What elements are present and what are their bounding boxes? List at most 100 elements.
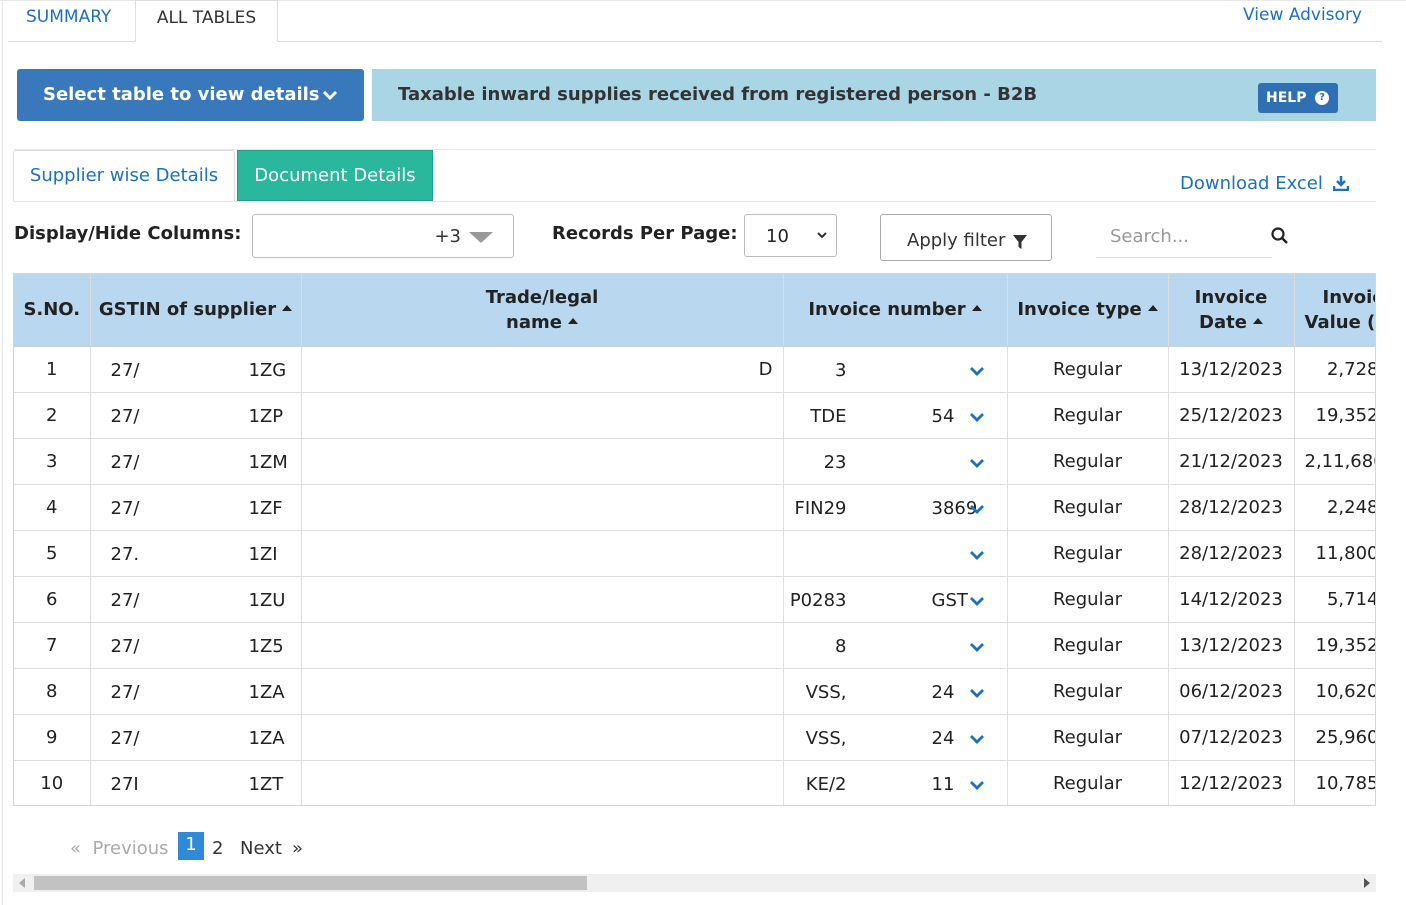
cell-invoice-number[interactable]: TDE 54 bbox=[783, 392, 1008, 439]
header-gstin[interactable]: GSTIN of supplier bbox=[90, 274, 302, 347]
cell-invoice-number[interactable]: KE/2 11 bbox=[783, 760, 1008, 805]
cell-gstin: 27/1ZG bbox=[90, 346, 302, 393]
header-trade-name[interactable]: Trade/legal name bbox=[301, 274, 784, 347]
cell-trade-name bbox=[301, 484, 784, 531]
table-row: 1 27/1ZG D 3 Regular 13/12/2023 2,728 bbox=[14, 346, 1375, 393]
invoice-value: 2,248 bbox=[1326, 496, 1376, 518]
cell-invoice-value: 19,352 bbox=[1294, 622, 1376, 669]
tab-supplier-wise-details[interactable]: Supplier wise Details bbox=[13, 150, 235, 201]
cell-invoice-number[interactable]: 23 bbox=[783, 438, 1008, 485]
tab-all-tables[interactable]: ALL TABLES bbox=[135, 0, 278, 42]
header-invoice-value[interactable]: InvoicValue ( bbox=[1294, 274, 1375, 347]
invoice-number-start: 3 bbox=[835, 359, 847, 381]
gstin-suffix: 1ZM bbox=[248, 451, 288, 473]
pagination-page-2[interactable]: 2 bbox=[212, 836, 223, 862]
cell-sno: 9 bbox=[14, 714, 91, 761]
cell-invoice-date: 25/12/2023 bbox=[1168, 392, 1295, 439]
cell-trade-name bbox=[301, 668, 784, 715]
search-placeholder: Search... bbox=[1110, 226, 1190, 247]
records-per-page-select[interactable]: 10 bbox=[744, 214, 837, 257]
invoice-number-start: TDE bbox=[810, 405, 847, 427]
cell-invoice-type: Regular bbox=[1007, 392, 1169, 439]
pagination-page-1[interactable]: 1 bbox=[178, 832, 204, 860]
gstin-suffix: 1ZT bbox=[248, 773, 284, 795]
chevron-down-icon[interactable] bbox=[969, 591, 985, 612]
tab-summary[interactable]: SUMMARY bbox=[8, 0, 129, 42]
cell-invoice-value: 2,11,680 bbox=[1294, 438, 1375, 485]
cell-invoice-value: 25,960 bbox=[1294, 714, 1375, 761]
select-table-button[interactable]: Select table to view details bbox=[17, 69, 364, 121]
pagination-last[interactable]: » bbox=[292, 836, 303, 862]
cell-invoice-number[interactable]: VSS, 24 bbox=[783, 714, 1008, 761]
scroll-left-icon[interactable] bbox=[19, 878, 25, 888]
table-info-bar: Taxable inward supplies received from re… bbox=[372, 69, 1376, 121]
question-icon: ? bbox=[1315, 91, 1329, 105]
header-invoice-number[interactable]: Invoice number bbox=[783, 274, 1008, 347]
header-invoice-date[interactable]: Invoice Date bbox=[1168, 274, 1295, 347]
apply-filter-label: Apply filter bbox=[907, 230, 1006, 251]
horizontal-scrollbar[interactable] bbox=[13, 874, 1376, 892]
display-hide-columns-select[interactable]: +3 bbox=[252, 214, 514, 258]
cell-invoice-value: 10,785 bbox=[1294, 760, 1375, 805]
sort-up-icon bbox=[1147, 305, 1158, 312]
pagination-previous[interactable]: « Previous bbox=[70, 836, 169, 862]
filter-icon bbox=[1013, 235, 1027, 249]
invoice-value: 10,620 bbox=[1315, 680, 1376, 702]
search-input[interactable]: Search... bbox=[1096, 214, 1272, 258]
cell-invoice-number[interactable]: P0283 GST bbox=[783, 576, 1008, 623]
help-label: HELP bbox=[1266, 90, 1307, 106]
cell-invoice-number[interactable]: 3 bbox=[783, 346, 1008, 393]
cell-gstin: 27. 1ZI bbox=[90, 530, 302, 577]
gstin-prefix: 27/ bbox=[110, 405, 140, 427]
invoice-value: 19,352 bbox=[1315, 634, 1376, 656]
invoice-number-end: 24 bbox=[931, 681, 955, 703]
sort-up-icon bbox=[1252, 317, 1263, 324]
cell-invoice-type: Regular bbox=[1007, 668, 1169, 715]
download-icon bbox=[1332, 176, 1349, 192]
view-advisory-link[interactable]: View Advisory bbox=[1243, 5, 1362, 25]
header-invoice-type[interactable]: Invoice type bbox=[1007, 274, 1169, 347]
cell-invoice-date: 14/12/2023 bbox=[1168, 576, 1295, 623]
gstin-prefix: 27/ bbox=[110, 727, 140, 749]
tab-document-details[interactable]: Document Details bbox=[237, 150, 433, 201]
gstin-suffix: 1ZI bbox=[248, 543, 278, 565]
chevron-down-icon[interactable] bbox=[969, 407, 985, 428]
records-per-page-label: Records Per Page: bbox=[552, 223, 738, 244]
scrollbar-thumb[interactable] bbox=[34, 876, 587, 890]
cell-sno: 1 bbox=[14, 346, 91, 393]
scroll-right-icon[interactable] bbox=[1364, 878, 1370, 888]
chevron-down-icon[interactable] bbox=[969, 361, 985, 382]
invoice-table: S.NO. GSTIN of supplier Trade/legal name … bbox=[13, 273, 1376, 806]
table-header-row: S.NO. GSTIN of supplier Trade/legal name … bbox=[14, 274, 1375, 347]
cell-invoice-number[interactable]: FIN29 3869 bbox=[783, 484, 1008, 531]
select-table-label: Select table to view details bbox=[43, 84, 320, 105]
cell-invoice-value: 2,728 bbox=[1294, 346, 1375, 393]
chevron-down-icon[interactable] bbox=[969, 545, 985, 566]
chevron-down-icon[interactable] bbox=[969, 683, 985, 704]
invoice-number-start: VSS, bbox=[805, 681, 847, 703]
gstin-prefix: 27/ bbox=[110, 359, 140, 381]
gstin-suffix: 1ZA bbox=[248, 681, 285, 703]
header-sno[interactable]: S.NO. bbox=[14, 274, 91, 347]
search-icon[interactable] bbox=[1271, 227, 1289, 245]
chevron-down-icon[interactable] bbox=[969, 499, 985, 520]
apply-filter-button[interactable]: Apply filter bbox=[880, 214, 1052, 261]
cell-trade-name bbox=[301, 622, 784, 669]
cell-invoice-type: Regular bbox=[1007, 576, 1169, 623]
gstin-prefix: 27/ bbox=[110, 497, 140, 519]
download-excel-link[interactable]: Download Excel bbox=[1180, 173, 1349, 194]
download-excel-label: Download Excel bbox=[1180, 173, 1323, 194]
invoice-number-end: 24 bbox=[931, 727, 955, 749]
pagination-next[interactable]: Next bbox=[240, 836, 282, 862]
chevron-down-icon[interactable] bbox=[969, 775, 985, 796]
cell-invoice-number[interactable] bbox=[783, 530, 1008, 577]
cell-invoice-number[interactable]: 8 bbox=[783, 622, 1008, 669]
cell-invoice-number[interactable]: VSS, 24 bbox=[783, 668, 1008, 715]
chevron-down-icon bbox=[817, 232, 827, 239]
chevron-down-icon[interactable] bbox=[969, 637, 985, 658]
help-button[interactable]: HELP ? bbox=[1258, 83, 1338, 113]
chevron-down-icon[interactable] bbox=[969, 453, 985, 474]
cell-gstin: 27/1ZU bbox=[90, 576, 302, 623]
chevron-down-icon[interactable] bbox=[969, 729, 985, 750]
cell-invoice-date: 07/12/2023 bbox=[1168, 714, 1295, 761]
